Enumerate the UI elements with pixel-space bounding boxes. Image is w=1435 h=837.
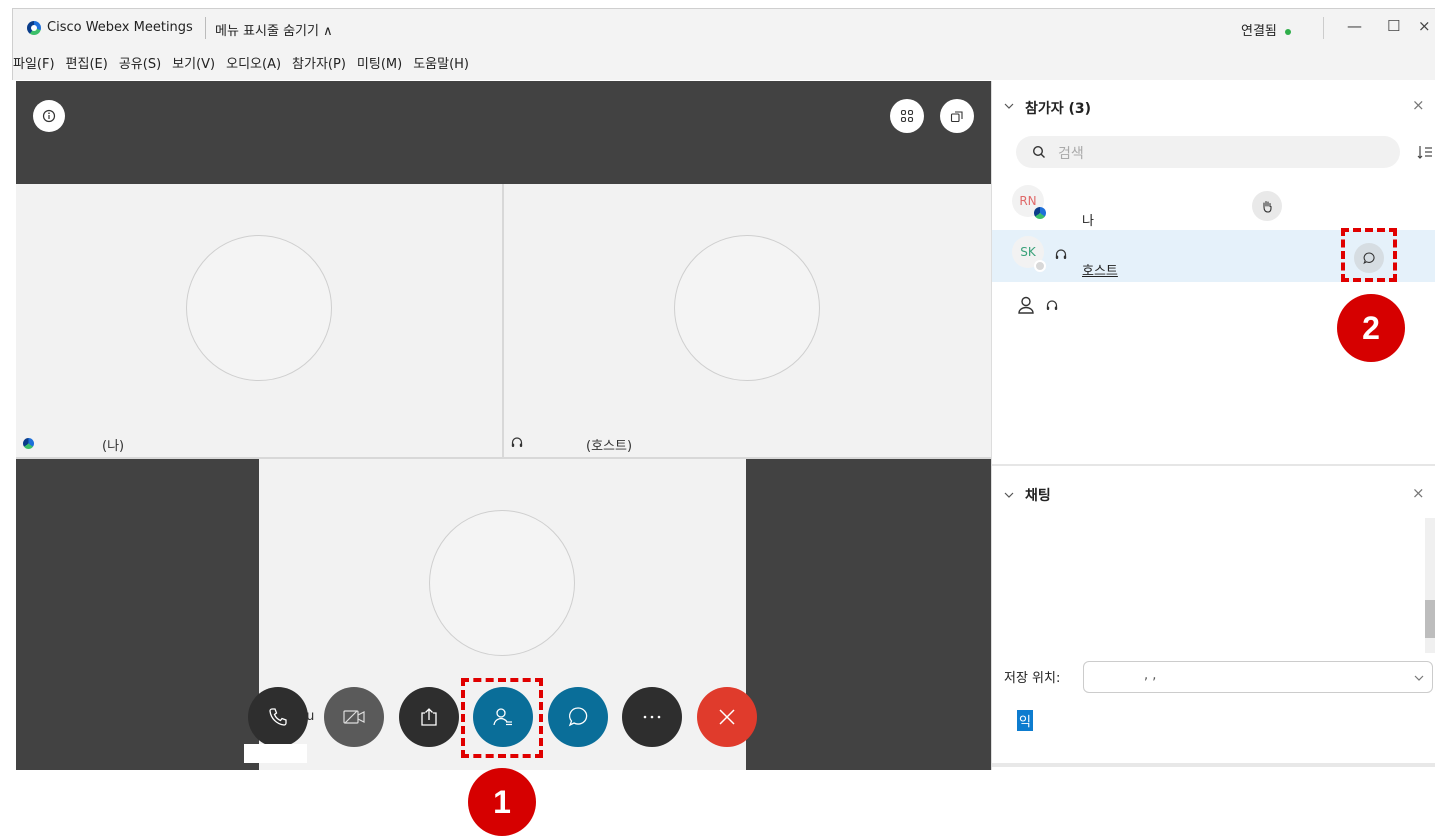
panel-divider xyxy=(992,464,1435,466)
menu-bar: 파일(F) 편집(E) 공유(S) 보기(V) 오디오(A) 참가자(P) 미팅… xyxy=(12,46,1435,80)
webex-status-icon xyxy=(23,438,34,449)
window-controls-separator xyxy=(1323,17,1324,39)
menu-help[interactable]: 도움말(H) xyxy=(413,53,469,72)
app-title: Cisco Webex Meetings xyxy=(47,20,193,35)
share-button[interactable] xyxy=(399,687,459,747)
connection-status: 연결됨 xyxy=(1241,20,1291,39)
video-tile-host[interactable]: (호스트) xyxy=(504,184,991,457)
collapse-chevron-icon[interactable] xyxy=(1004,490,1014,500)
save-location-label: 저장 위치: xyxy=(1004,671,1061,686)
grid-icon xyxy=(900,109,914,123)
raise-hand-button[interactable] xyxy=(1252,191,1282,221)
popout-button[interactable] xyxy=(940,99,974,133)
phone-icon xyxy=(269,708,287,726)
share-icon xyxy=(421,708,437,726)
meeting-info-button[interactable] xyxy=(33,100,65,132)
audio-button[interactable] xyxy=(248,687,308,747)
tile-label: (나) xyxy=(102,439,125,454)
participant-name: 호스트 xyxy=(1082,264,1118,279)
chat-input-text[interactable]: 익 xyxy=(1017,710,1033,731)
webex-logo-icon xyxy=(27,21,41,35)
headset-icon xyxy=(1046,300,1058,310)
title-bar: Cisco Webex Meetings 메뉴 표시줄 숨기기 ∧ 연결됨 — … xyxy=(12,8,1435,46)
video-button[interactable] xyxy=(324,687,384,747)
avatar-placeholder xyxy=(186,235,332,381)
webex-window: Cisco Webex Meetings 메뉴 표시줄 숨기기 ∧ 연결됨 — … xyxy=(0,0,1435,837)
tile-label: (호스트) xyxy=(586,439,633,454)
hide-menu-bar-toggle[interactable]: 메뉴 표시줄 숨기기 ∧ xyxy=(215,20,333,39)
user-icon xyxy=(1018,296,1034,314)
more-icon xyxy=(643,715,661,719)
webex-status-icon xyxy=(1034,207,1046,219)
hand-icon xyxy=(1263,200,1272,213)
chat-scrollbar-thumb[interactable] xyxy=(1425,600,1435,638)
connection-status-text: 연결됨 xyxy=(1241,24,1277,39)
save-location-value: , , xyxy=(1144,668,1157,683)
title-separator xyxy=(205,17,206,39)
participant-row-me[interactable]: RN 나 xyxy=(992,179,1435,231)
menu-share[interactable]: 공유(S) xyxy=(119,53,161,72)
end-meeting-button[interactable] xyxy=(697,687,757,747)
participants-close-button[interactable]: × xyxy=(1412,96,1425,114)
search-placeholder: 검색 xyxy=(1058,146,1084,162)
end-meeting-icon xyxy=(719,709,735,725)
chat-close-button[interactable]: × xyxy=(1412,484,1425,502)
menu-audio[interactable]: 오디오(A) xyxy=(226,53,281,72)
popout-icon xyxy=(950,111,963,123)
menu-meeting[interactable]: 미팅(M) xyxy=(357,53,402,72)
participant-search[interactable]: 검색 xyxy=(1016,136,1400,168)
presence-icon xyxy=(1034,260,1046,272)
sort-icon[interactable] xyxy=(1417,145,1433,159)
menu-file[interactable]: 파일(F) xyxy=(13,53,55,72)
chat-button[interactable] xyxy=(548,687,608,747)
save-location-dropdown[interactable]: , , xyxy=(1083,661,1433,693)
annotation-box-1 xyxy=(461,678,543,758)
avatar-initials: SK xyxy=(1020,245,1036,259)
redaction-box xyxy=(244,744,307,763)
chevron-down-icon xyxy=(1414,675,1424,681)
search-icon xyxy=(1032,145,1045,158)
collapse-chevron-icon[interactable] xyxy=(1004,101,1014,111)
annotation-box-2 xyxy=(1341,228,1397,282)
video-tile-me[interactable]: (나) xyxy=(16,184,502,457)
participants-header: 참가자 (3) xyxy=(1025,101,1092,117)
more-options-button[interactable] xyxy=(622,687,682,747)
menu-edit[interactable]: 편집(E) xyxy=(66,53,108,72)
chat-header: 채팅 xyxy=(1025,488,1051,504)
annotation-badge-1: 1 xyxy=(468,768,536,836)
chat-icon xyxy=(568,707,588,727)
menu-participants[interactable]: 참가자(P) xyxy=(292,53,346,72)
maximize-button[interactable]: ☐ xyxy=(1387,17,1400,35)
video-stage: (나) (호스트) tu xyxy=(16,81,991,770)
annotation-badge-2: 2 xyxy=(1337,294,1405,362)
minimize-button[interactable]: — xyxy=(1347,17,1362,35)
info-icon xyxy=(42,109,56,123)
avatar-initials: RN xyxy=(1019,194,1037,208)
menu-view[interactable]: 보기(V) xyxy=(172,53,215,72)
headset-icon xyxy=(511,437,523,447)
participant-name: 나 xyxy=(1082,214,1094,229)
panel-bottom-edge xyxy=(992,763,1435,767)
close-window-button[interactable]: × xyxy=(1418,17,1431,35)
camera-off-icon xyxy=(343,710,365,724)
avatar-placeholder xyxy=(429,510,575,656)
avatar-placeholder xyxy=(674,235,820,381)
grid-view-button[interactable] xyxy=(890,99,924,133)
connected-dot-icon xyxy=(1284,28,1291,35)
headset-icon xyxy=(1055,249,1067,259)
